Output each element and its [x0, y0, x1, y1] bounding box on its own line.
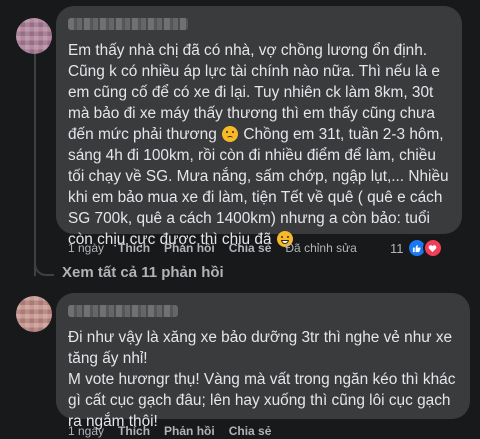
avatar[interactable]: [16, 296, 52, 332]
reply-button[interactable]: Phản hồi: [164, 424, 215, 438]
comment-text-part: Chồng em 31t, tuần 2-3 hôm, sáng 4h đi 1…: [68, 126, 449, 248]
view-all-replies-link[interactable]: Xem tất cả 11 phản hồi: [62, 264, 224, 281]
reaction-summary[interactable]: 11: [390, 238, 443, 258]
like-button[interactable]: Thích: [118, 241, 150, 255]
reply-button[interactable]: Phản hồi: [164, 241, 215, 255]
edited-label: Đã chỉnh sửa: [285, 241, 357, 255]
share-button[interactable]: Chia sẻ: [229, 241, 272, 255]
comment-actions: 1 ngày Thích Phản hồi Chia sẻ: [68, 424, 271, 438]
comment-actions: 1 ngày Thích Phản hồi Chia sẻ Đã chỉnh s…: [68, 241, 357, 255]
comment-time[interactable]: 1 ngày: [68, 241, 104, 255]
comment-bubble: Em thấy nhà chị đã có nhà, vợ chồng lươn…: [56, 6, 462, 248]
reply-thread-connector: [34, 252, 54, 276]
avatar[interactable]: [16, 18, 52, 54]
sad-face-emoji-icon: [222, 126, 239, 142]
reaction-count: 11: [390, 240, 404, 256]
like-button[interactable]: Thích: [118, 424, 150, 438]
share-button[interactable]: Chia sẻ: [229, 424, 272, 438]
comment-text: Em thấy nhà chị đã có nhà, vợ chồng lươn…: [68, 40, 450, 250]
heart-icon: [422, 238, 443, 258]
comment-text: Đi như vậy là xăng xe bảo dưỡng 3tr thì …: [68, 329, 456, 430]
comment-time[interactable]: 1 ngày: [68, 424, 104, 438]
author-name-blurred[interactable]: [68, 305, 178, 317]
author-name-blurred[interactable]: [68, 18, 188, 30]
comment-bubble: Đi như vậy là xăng xe bảo dưỡng 3tr thì …: [56, 293, 470, 430]
reply-thread-line: [34, 44, 36, 276]
